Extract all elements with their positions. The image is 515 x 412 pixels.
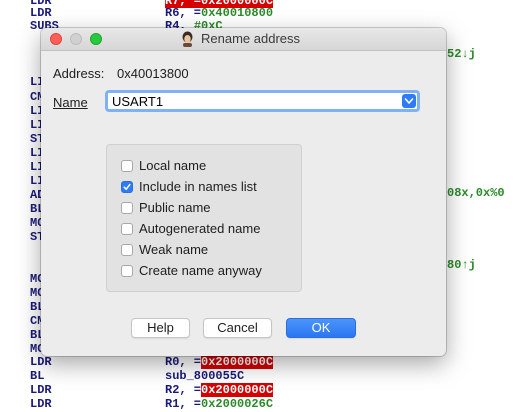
weak-name-checkbox[interactable] <box>121 244 133 256</box>
checkmark-icon <box>123 183 131 190</box>
listing-line: LDR R0, =0x2000000C <box>0 355 515 369</box>
app-icon <box>180 31 195 47</box>
operand: R0, =0x2000000C <box>165 355 274 369</box>
cancel-button[interactable]: Cancel <box>203 318 272 338</box>
mnemonic: LDR <box>30 6 52 20</box>
ok-button[interactable]: OK <box>286 318 356 338</box>
listing-comment: 80↑j <box>447 258 476 272</box>
address-value: 0x40013800 <box>117 66 189 81</box>
public-name-checkbox[interactable] <box>121 202 133 214</box>
mnemonic: LDR <box>30 397 52 411</box>
listing-line: BL sub_800055C <box>0 369 515 383</box>
operand: sub_800055C <box>165 369 245 383</box>
listing-line: LDR R6, =0x40010800 <box>0 6 515 20</box>
rename-address-dialog: Rename address Address: 0x40013800 Name … <box>41 28 446 356</box>
option-label: Autogenerated name <box>139 221 261 236</box>
zoom-window-button[interactable] <box>90 33 102 45</box>
local-name-checkbox[interactable] <box>121 160 133 172</box>
name-combobox[interactable] <box>105 90 420 112</box>
option-label: Include in names list <box>139 179 257 194</box>
window-title: Rename address <box>201 31 300 46</box>
name-input[interactable] <box>112 93 402 109</box>
address-label: Address: <box>53 66 105 81</box>
autogenerated-name-checkbox[interactable] <box>121 223 133 235</box>
option-label: Local name <box>139 158 207 173</box>
listing-line: LDR R2, =0x2000000C <box>0 383 515 397</box>
option-label: Public name <box>139 200 211 215</box>
name-options-group: Local name Include in names list Public … <box>106 144 302 292</box>
operand: R1, =0x2000026C <box>165 397 274 411</box>
option-label: Weak name <box>139 242 209 257</box>
name-label: Name <box>53 95 88 110</box>
include-in-names-list-checkbox[interactable] <box>121 181 133 193</box>
create-name-anyway-checkbox[interactable] <box>121 265 133 277</box>
mnemonic: LDR <box>30 355 52 369</box>
listing-comment: 52↓j <box>447 47 476 61</box>
mnemonic: LDR <box>30 383 52 397</box>
mnemonic: BL <box>30 369 45 383</box>
title-bar[interactable]: Rename address <box>41 28 446 51</box>
listing-line: LDR R1, =0x2000026C <box>0 397 515 411</box>
close-window-button[interactable] <box>50 33 62 45</box>
option-label: Create name anyway <box>139 263 262 278</box>
minimize-window-button[interactable] <box>70 33 82 45</box>
chevron-down-icon[interactable] <box>402 94 416 108</box>
operand: R6, =0x40010800 <box>165 6 274 20</box>
help-button[interactable]: Help <box>131 318 190 338</box>
listing-comment: 08x,0x%0 <box>447 186 505 200</box>
operand: R2, =0x2000000C <box>165 383 274 397</box>
